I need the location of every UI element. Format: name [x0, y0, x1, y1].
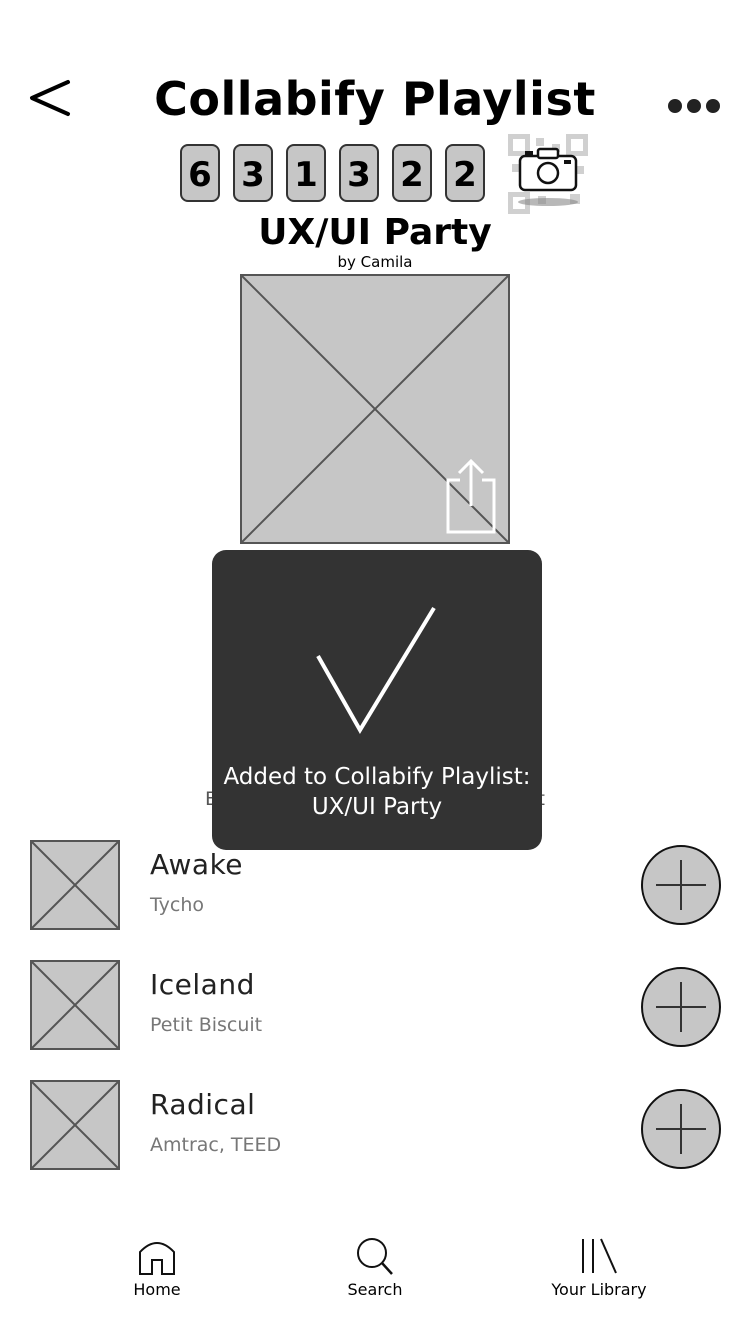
playlist-name: UX/UI Party — [258, 212, 492, 253]
track-title: Radical — [150, 1088, 256, 1121]
code-digit: 3 — [339, 144, 379, 202]
nav-search-label: Search — [347, 1280, 403, 1299]
track-thumbnail — [30, 840, 120, 930]
library-icon — [582, 1238, 617, 1274]
nav-library-label: Your Library — [551, 1280, 647, 1299]
code-digit: 6 — [180, 144, 220, 202]
code-digit: 2 — [445, 144, 485, 202]
share-icon[interactable] — [444, 458, 498, 534]
track-title: Iceland — [150, 968, 255, 1001]
track-row[interactable]: Radical Amtrac, TEED — [0, 1080, 750, 1172]
track-thumbnail — [30, 1080, 120, 1170]
add-track-button[interactable] — [640, 844, 722, 926]
add-track-button[interactable] — [640, 1088, 722, 1170]
nav-home-label: Home — [133, 1280, 181, 1299]
track-artist: Amtrac, TEED — [150, 1134, 282, 1156]
nav-library[interactable]: Your Library — [524, 1236, 674, 1306]
code-digit: 1 — [286, 144, 326, 202]
code-digit: 2 — [392, 144, 432, 202]
playlist-owner: by Camila — [337, 253, 413, 271]
toast-message: Added to Collabify Playlist: UX/UI Party — [223, 764, 531, 820]
added-toast: Added to Collabify Playlist: UX/UI Party — [212, 550, 542, 850]
search-icon — [357, 1238, 393, 1275]
home-icon — [139, 1242, 175, 1275]
track-row[interactable]: Awake Tycho — [0, 840, 750, 932]
plus-circle-icon — [641, 1089, 721, 1169]
track-title: Awake — [150, 848, 244, 881]
page-title: Collabify Playlist — [154, 72, 596, 126]
plus-circle-icon — [641, 967, 721, 1047]
track-thumbnail — [30, 960, 120, 1050]
checkmark-icon — [312, 606, 442, 736]
nav-search[interactable]: Search — [300, 1236, 450, 1306]
qr-camera-icon[interactable] — [508, 134, 588, 214]
track-artist: Petit Biscuit — [150, 1014, 263, 1036]
nav-home[interactable]: Home — [82, 1236, 232, 1306]
track-artist: Tycho — [150, 894, 205, 916]
playlist-cover-image — [240, 274, 510, 544]
add-track-button[interactable] — [640, 966, 722, 1048]
code-digit: 3 — [233, 144, 273, 202]
track-row[interactable]: Iceland Petit Biscuit — [0, 960, 750, 1052]
more-options-icon[interactable] — [666, 98, 722, 114]
plus-circle-icon — [641, 845, 721, 925]
